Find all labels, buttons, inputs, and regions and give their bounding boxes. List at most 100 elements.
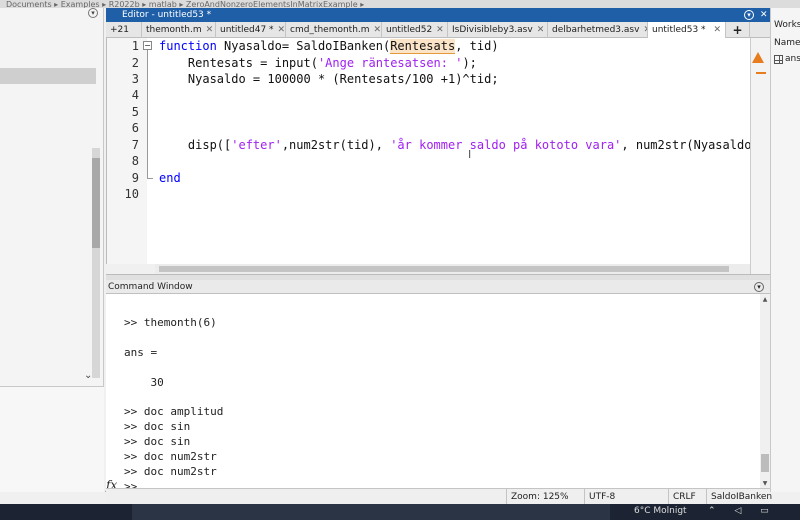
line-number: 2: [131, 56, 139, 70]
tab-isdivisibleby3[interactable]: IsDivisibleby3.asv ✕: [448, 22, 548, 38]
code-text: , tid): [455, 39, 499, 53]
tab-overflow[interactable]: +21: [106, 22, 142, 38]
cw-line: >> doc num2str: [124, 450, 217, 463]
horizontal-scroll-thumb[interactable]: [159, 266, 729, 272]
line-number: 6: [131, 121, 139, 135]
cw-line: 30: [124, 376, 164, 389]
close-icon[interactable]: ✕: [760, 8, 768, 22]
workspace-title: Worksp: [774, 20, 800, 30]
tab-untitled53[interactable]: untitled53 * ✕: [648, 22, 726, 38]
code-text: );: [462, 56, 477, 70]
tab-label: cmd_themonth.m: [290, 25, 370, 35]
code-text: disp([: [159, 138, 232, 152]
code-text: Nyasaldo= SaldoIBanken(: [216, 39, 391, 53]
cw-line: >> doc sin: [124, 435, 191, 448]
matrix-icon: [774, 54, 783, 64]
editor-options-icon[interactable]: ▾: [744, 10, 754, 20]
encoding[interactable]: UTF-8: [584, 489, 615, 505]
tab-untitled52[interactable]: untitled52 ✕: [382, 22, 448, 38]
system-tray-icons[interactable]: ⌃ ◁ ▭: [708, 506, 777, 516]
highlighted-variable[interactable]: Rentesats: [390, 39, 456, 54]
tab-label: IsDivisibleby3.asv: [452, 25, 533, 35]
details-pane: [0, 386, 104, 492]
command-window-scroll-thumb[interactable]: [761, 454, 769, 472]
tab-untitled47[interactable]: untitled47 * ✕: [216, 22, 286, 38]
plus-icon: +: [732, 23, 743, 37]
new-tab-button[interactable]: +: [726, 22, 750, 38]
string-literal: 'år kommer saldo på kototo vara': [390, 138, 622, 152]
text-cursor-icon: I: [468, 148, 472, 161]
line-number: 8: [131, 154, 139, 168]
fold-guide-end: [147, 178, 153, 179]
current-function[interactable]: SaldoIBanken: [706, 489, 772, 505]
tab-close-icon[interactable]: ✕: [436, 22, 444, 38]
panel-scroll-thumb[interactable]: [92, 158, 100, 248]
editor-title-bar: Editor - untitled53 * ▾ ✕: [106, 8, 770, 22]
code-line-7[interactable]: disp(['efter',num2str(tid), 'år kommer s…: [159, 138, 773, 152]
line-number: 10: [124, 187, 139, 201]
cw-line: >> doc num2str: [124, 465, 217, 478]
tab-label: untitled52: [386, 25, 433, 35]
tab-close-icon[interactable]: ✕: [206, 22, 214, 38]
code-text: Rentesats = input(: [159, 56, 318, 70]
tab-close-icon[interactable]: ✕: [278, 22, 285, 38]
tab-label: +21: [110, 25, 129, 35]
line-number: 7: [131, 138, 139, 152]
keyword: function: [159, 39, 217, 53]
tab-themonth[interactable]: themonth.m ✕: [142, 22, 216, 38]
editor-title: Editor - untitled53 *: [122, 10, 212, 20]
code-text: ,num2str(tid),: [281, 138, 391, 152]
tab-cmd-themonth[interactable]: cmd_themonth.m ✕: [286, 22, 382, 38]
weather-widget[interactable]: 6°C Molnigt: [634, 506, 687, 516]
tab-label: untitled53 *: [652, 25, 706, 35]
breadcrumb-text: Documents ▸ Examples ▸ R2022b ▸ matlab ▸…: [6, 0, 365, 9]
code-editor[interactable]: − 1 2 3 4 5 6 7 8 9 10 function Nyasaldo…: [106, 38, 773, 274]
line-number: 9: [131, 171, 139, 185]
cw-line: ans =: [124, 346, 158, 359]
string-literal: 'efter': [231, 138, 282, 152]
workspace-variable[interactable]: ans: [774, 54, 800, 64]
taskbar-active-app[interactable]: [132, 504, 610, 520]
selected-file-row[interactable]: [0, 68, 96, 84]
command-window-header: Command Window ▾: [106, 280, 770, 294]
scroll-down-icon[interactable]: ▼: [761, 480, 769, 487]
variable-name: ans: [785, 54, 800, 64]
line-number: 5: [131, 105, 139, 119]
breadcrumb[interactable]: Documents ▸ Examples ▸ R2022b ▸ matlab ▸…: [0, 0, 800, 8]
status-bar: Zoom: 125% UTF-8 CRLF SaldoIBanken: [106, 488, 772, 505]
warning-icon[interactable]: [752, 52, 764, 63]
tab-close-icon[interactable]: ✕: [374, 22, 381, 38]
code-line-1[interactable]: function Nyasaldo= SaldoIBanken(Rentesat…: [159, 39, 499, 54]
tab-delbarhetmed3[interactable]: delbarhetmed3.asv✕: [548, 22, 648, 38]
line-number: 3: [131, 72, 139, 86]
code-line-9[interactable]: end: [159, 171, 181, 185]
cw-line: >> themonth(6): [124, 316, 217, 329]
code-line-2[interactable]: Rentesats = input('Ange räntesatsen: ');: [159, 56, 477, 70]
command-window-options-icon[interactable]: ▾: [754, 282, 764, 292]
line-number: 4: [131, 88, 139, 102]
zoom-level[interactable]: Zoom: 125%: [506, 489, 569, 505]
keyword: end: [159, 171, 181, 185]
workspace-name-header[interactable]: Name: [774, 38, 800, 48]
line-number: 1: [131, 39, 139, 53]
line-ending[interactable]: CRLF: [668, 489, 696, 505]
editor-tabs: +21 themonth.m ✕ untitled47 * ✕ cmd_themon…: [106, 22, 770, 38]
command-window-title: Command Window: [108, 282, 193, 292]
current-folder-panel: ▾ ⌄: [0, 8, 104, 492]
workspace-panel: Worksp Name ans: [770, 8, 800, 492]
fold-toggle-icon[interactable]: −: [143, 41, 152, 50]
tab-label: untitled47 *: [220, 25, 274, 35]
string-literal: 'Ange räntesatsen: ': [317, 56, 463, 70]
tab-close-icon[interactable]: ✕: [537, 22, 545, 38]
panel-options-icon[interactable]: ▾: [88, 8, 98, 18]
warning-marker[interactable]: [756, 72, 766, 74]
cw-line: >> doc sin: [124, 420, 191, 433]
tab-label: delbarhetmed3.asv: [552, 25, 640, 35]
tab-close-icon[interactable]: ✕: [713, 22, 721, 38]
cw-line: >> doc amplitud: [124, 405, 224, 418]
os-taskbar: 6°C Molnigt ⌃ ◁ ▭: [0, 504, 800, 520]
code-line-3[interactable]: Nyasaldo = 100000 * (Rentesats/100 +1)^t…: [159, 72, 499, 86]
scroll-up-icon[interactable]: ▲: [761, 296, 769, 303]
chevron-down-icon[interactable]: ⌄: [84, 370, 92, 381]
command-window[interactable]: >> themonth(6) ans = 30 >> doc amplitud …: [106, 294, 770, 493]
